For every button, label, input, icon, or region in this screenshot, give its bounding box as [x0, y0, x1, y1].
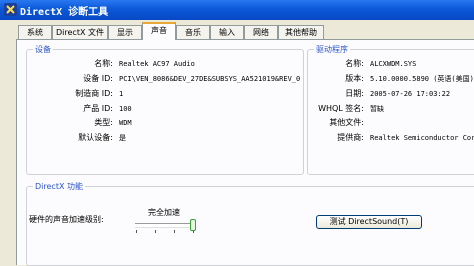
device-name-value: Realtek AC97 Audio — [119, 60, 195, 68]
window-title: DirectX 诊断工具 — [20, 7, 109, 18]
device-id-value: PCI\VEN_8086&DEV_27DE&SUBSYS_AA521019&RE… — [119, 75, 301, 83]
tab-network[interactable]: 网络 — [244, 25, 278, 39]
device-type-label: 类型: — [94, 118, 113, 127]
tab-strip: 系统 DirectX 文件 显示 声音 音乐 输入 网络 其他帮助 — [0, 20, 474, 40]
driver-version-row: 版本: 5.10.0000.5890 (英语(美国) — [308, 73, 474, 85]
slider-thumb[interactable] — [190, 219, 196, 231]
tab-input[interactable]: 输入 — [210, 25, 244, 39]
slider-track — [135, 223, 193, 228]
whql-label: WHQL 签名: — [318, 104, 364, 113]
test-directsound-button[interactable]: 测试 DirectSound(T) — [316, 215, 422, 229]
default-device-label: 默认设备: — [78, 133, 113, 142]
device-id-label: 设备 ID: — [83, 74, 113, 83]
driver-date-row: 日期: 2005-07-26 17:03:22 — [308, 88, 474, 100]
device-type-value: WDM — [119, 119, 132, 127]
manufacturer-id-label: 制造商 ID: — [75, 89, 113, 98]
driver-version-value: 5.10.0000.5890 (英语(美国) — [370, 75, 474, 83]
manufacturer-id-value: 1 — [119, 90, 124, 98]
provider-value: Realtek Semiconductor Corp. — [370, 134, 474, 142]
product-id-label: 产品 ID: — [83, 104, 113, 113]
device-group: 设备 名称: Realtek AC97 Audio 设备 ID: PCI\VEN… — [26, 44, 304, 175]
device-id-row: 设备 ID: PCI\VEN_8086&DEV_27DE&SUBSYS_AA52… — [27, 73, 301, 85]
whql-row: WHQL 签名: 暂缺 — [308, 103, 474, 115]
default-device-value: 是 — [119, 134, 126, 142]
driver-version-label: 版本: — [345, 74, 364, 83]
product-id-value: 100 — [119, 105, 132, 113]
directx-features-group: DirectX 功能 硬件的声音加速级别: 完全加速 测试 DirectSoun… — [26, 181, 474, 266]
driver-name-label: 名称: — [345, 59, 364, 68]
tab-sound[interactable]: 声音 — [142, 22, 176, 40]
tab-display[interactable]: 显示 — [108, 25, 142, 39]
tab-system[interactable]: 系统 — [18, 25, 52, 39]
driver-group-title: 驱动程序 — [314, 44, 350, 55]
driver-date-value: 2005-07-26 17:03:22 — [370, 90, 451, 98]
hw-accel-level-text: 完全加速 — [148, 208, 180, 217]
driver-group: 驱动程序 名称: ALCXWDM.SYS 版本: 5.10.0000.5890 … — [307, 44, 474, 175]
driver-date-label: 日期: — [345, 89, 364, 98]
tab-music[interactable]: 音乐 — [176, 25, 210, 39]
slider-tick — [155, 230, 156, 233]
device-name-label: 名称: — [94, 59, 113, 68]
hw-accel-label: 硬件的声音加速级别: — [29, 215, 104, 224]
tab-panel-sound: 设备 名称: Realtek AC97 Audio 设备 ID: PCI\VEN… — [16, 39, 474, 266]
provider-row: 提供商: Realtek Semiconductor Corp. — [308, 132, 474, 144]
slider-tick — [136, 230, 137, 233]
hw-accel-slider[interactable] — [133, 219, 197, 235]
directx-app-icon — [4, 3, 17, 16]
driver-name-row: 名称: ALCXWDM.SYS — [308, 58, 474, 70]
device-type-row: 类型: WDM — [27, 117, 301, 129]
slider-tick — [174, 230, 175, 233]
tab-more-help[interactable]: 其他帮助 — [278, 25, 324, 39]
product-id-row: 产品 ID: 100 — [27, 103, 301, 115]
driver-name-value: ALCXWDM.SYS — [370, 60, 417, 68]
manufacturer-id-row: 制造商 ID: 1 — [27, 88, 301, 100]
other-files-row: 其他文件: — [308, 117, 474, 129]
directx-features-title: DirectX 功能 — [33, 181, 85, 192]
provider-label: 提供商: — [337, 133, 364, 142]
title-bar[interactable]: DirectX 诊断工具 — [0, 0, 474, 20]
device-group-title: 设备 — [33, 44, 53, 55]
default-device-row: 默认设备: 是 — [27, 132, 301, 144]
whql-value: 暂缺 — [370, 105, 384, 113]
tab-directx-files[interactable]: DirectX 文件 — [52, 25, 108, 39]
other-files-label: 其他文件: — [329, 118, 364, 127]
device-name-row: 名称: Realtek AC97 Audio — [27, 58, 301, 70]
